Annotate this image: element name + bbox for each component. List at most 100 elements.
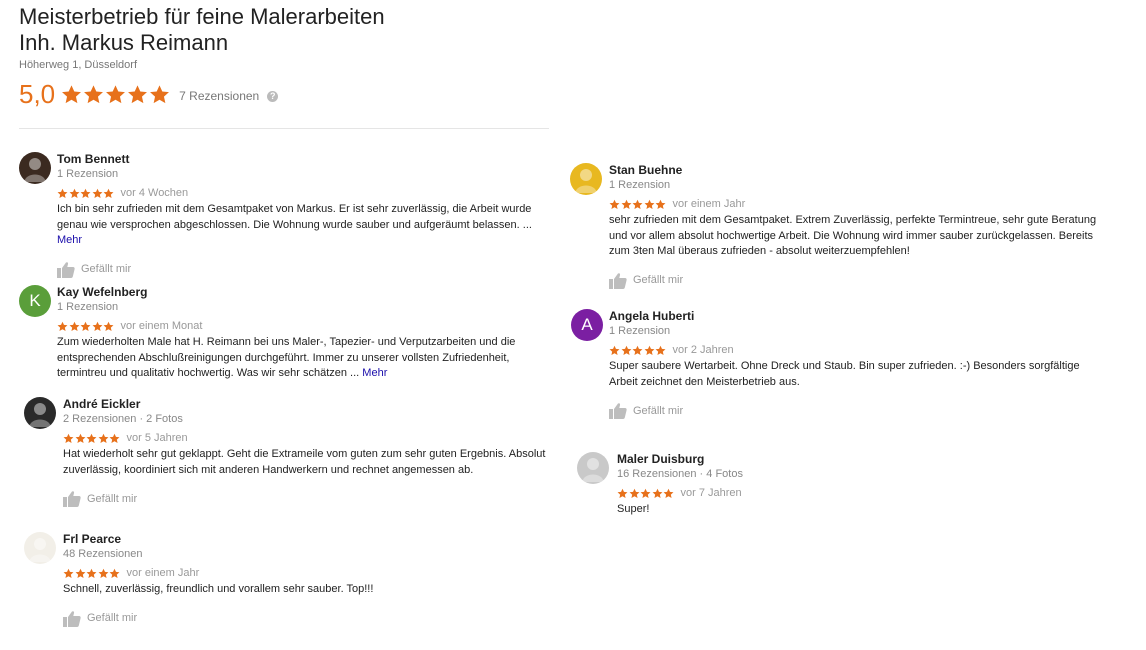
review-text: Super saubere Wertarbeit. Ohne Dreck und… (609, 359, 1109, 390)
star-icon (109, 433, 120, 443)
like-button[interactable]: Gefällt mir (609, 402, 1109, 419)
review-date: vor 2 Jahren (672, 344, 734, 356)
review-date: vor einem Jahr (672, 198, 746, 210)
reviewer-meta: 1 Rezension (609, 325, 671, 337)
like-button[interactable]: Gefällt mir (609, 272, 1109, 289)
star-icon (632, 199, 643, 209)
star-icon (655, 345, 666, 355)
review-text-content: Super! (617, 503, 650, 515)
like-button[interactable]: Gefällt mir (57, 261, 557, 278)
overall-rating: 5,0 7 Rezensionen ? (19, 79, 385, 109)
reviewer-name[interactable]: Kay Wefelnberg (57, 285, 557, 299)
help-icon[interactable]: ? (267, 90, 279, 102)
review-stars: vor 2 Jahren (609, 343, 1109, 357)
review-text-content: Super saubere Wertarbeit. Ohne Dreck und… (609, 360, 1080, 388)
thumbs-up-icon (609, 403, 627, 419)
star-icon (92, 321, 102, 331)
review-text: Hat wiederholt sehr gut geklappt. Geht d… (63, 447, 563, 478)
avatar[interactable] (19, 152, 51, 184)
star-icon (80, 188, 91, 198)
avatar[interactable]: A (571, 309, 603, 341)
avatar[interactable]: K (19, 285, 51, 317)
star-icon (629, 488, 639, 498)
more-link[interactable]: Mehr (362, 367, 387, 379)
thumbs-up-icon (57, 261, 75, 278)
review-text-content: Schnell, zuverlässig, freundlich und vor… (63, 583, 374, 595)
star-icon (92, 188, 102, 198)
star-icon (621, 345, 631, 355)
thumbs-up-icon (609, 272, 627, 289)
star-icon (652, 488, 662, 498)
business-title-line1: Meisterbetrieb für feine Malerarbeiten (19, 4, 385, 29)
star-icon (109, 568, 120, 578)
avatar-letter: A (581, 315, 593, 334)
review-text: sehr zufrieden mit dem Gesamtpaket. Extr… (609, 213, 1109, 260)
review-stars: vor 4 Wochen (57, 186, 557, 200)
review-text: Schnell, zuverlässig, freundlich und vor… (63, 582, 563, 598)
avatar[interactable] (24, 397, 56, 429)
star-icon (86, 568, 97, 578)
star-icon (644, 199, 654, 209)
like-label: Gefällt mir (633, 404, 684, 417)
review-text: Zum wiederholten Male hat H. Reimann bei… (57, 335, 557, 382)
star-icon (644, 345, 654, 355)
review-stars: vor 5 Jahren (63, 431, 563, 445)
like-label: Gefällt mir (633, 274, 684, 286)
reviewer-name[interactable]: André Eickler (63, 397, 563, 411)
star-icon (663, 488, 674, 498)
star-icon (632, 345, 643, 355)
star-icon (609, 345, 620, 355)
star-icon (57, 188, 68, 198)
star-icon (106, 84, 126, 103)
review-text-content: sehr zufrieden mit dem Gesamtpaket. Extr… (609, 214, 1097, 257)
avatar-photo-icon (24, 158, 46, 182)
reviewer-name[interactable]: Frl Pearce (63, 532, 563, 546)
star-icon (128, 84, 148, 103)
like-label: Gefällt mir (87, 492, 138, 505)
avatar[interactable] (24, 532, 56, 564)
more-link[interactable]: Mehr (57, 234, 82, 246)
review-stars: vor 7 Jahren (617, 486, 1117, 500)
star-icon (63, 433, 74, 443)
star-icon (150, 84, 170, 103)
review-text: Ich bin sehr zufrieden mit dem Gesamtpak… (57, 202, 557, 249)
reviewer-name[interactable]: Angela Huberti (609, 309, 1109, 323)
thumbs-up-icon (63, 491, 81, 507)
star-icon (63, 568, 74, 578)
avatar-photo-icon (582, 458, 604, 482)
review-stars: vor einem Monat (57, 319, 557, 333)
reviewer-name[interactable]: Stan Buehne (609, 163, 1109, 177)
star-icon (84, 84, 104, 103)
review-text-content: Ich bin sehr zufrieden mit dem Gesamtpak… (57, 203, 532, 231)
review-text-content: Hat wiederholt sehr gut geklappt. Geht d… (63, 448, 546, 476)
avatar[interactable] (570, 163, 602, 195)
star-icon (621, 199, 631, 209)
avatar-photo-icon (575, 169, 597, 193)
business-title-line2: Inh. Markus Reimann (19, 30, 229, 55)
review-date: vor 4 Wochen (120, 187, 189, 199)
avatar[interactable] (577, 452, 609, 484)
review-text: Super! (617, 502, 1117, 518)
star-icon (69, 321, 79, 331)
rating-value: 5,0 (19, 79, 56, 109)
reviewer-meta: 48 Rezensionen (63, 548, 143, 560)
star-icon (98, 568, 108, 578)
reviewer-meta: 1 Rezension (57, 168, 119, 180)
star-icon (655, 199, 666, 209)
reviewer-meta: 1 Rezension (609, 179, 671, 191)
review-date: vor einem Jahr (126, 567, 200, 579)
review-count[interactable]: 7 Rezensionen (179, 89, 259, 103)
reviewer-meta: 2 Rezensionen · 2 Fotos (63, 413, 183, 425)
overall-stars (61, 84, 171, 105)
star-icon (640, 488, 651, 498)
star-icon (57, 321, 68, 331)
reviewer-name[interactable]: Tom Bennett (57, 152, 557, 166)
star-icon (80, 321, 91, 331)
star-icon (75, 433, 85, 443)
reviewer-name[interactable]: Maler Duisburg (617, 452, 1117, 466)
like-button[interactable]: Gefällt mir (63, 490, 563, 507)
like-button[interactable]: Gefällt mir (63, 610, 563, 627)
review-date: vor 7 Jahren (680, 487, 742, 499)
star-icon (98, 433, 108, 443)
star-icon (103, 321, 114, 331)
